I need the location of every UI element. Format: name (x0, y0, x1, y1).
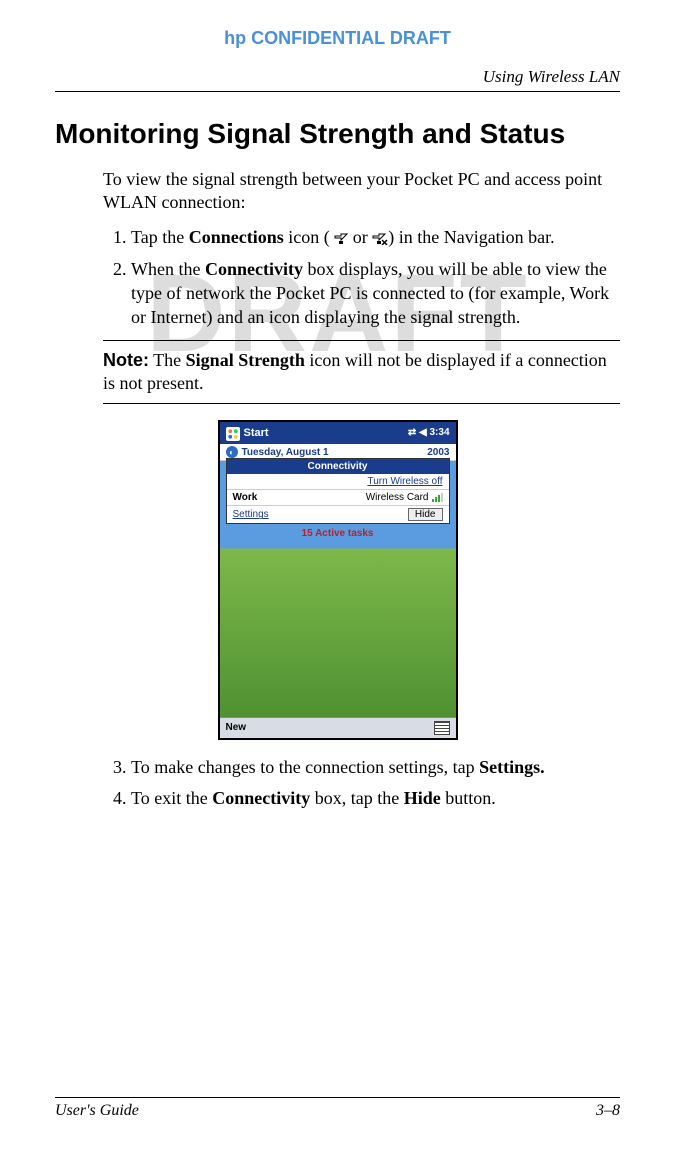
step-bold: Settings. (479, 757, 545, 777)
footer-right: 3–8 (596, 1102, 620, 1120)
step-text: or (348, 227, 372, 247)
note-text: The (149, 350, 186, 370)
signal-icon (334, 227, 348, 251)
hide-button[interactable]: Hide (408, 508, 443, 521)
step-bold: Hide (404, 788, 441, 808)
step-text: box, tap the (310, 788, 403, 808)
step-text: button. (441, 788, 496, 808)
connectivity-popup: Connectivity Turn Wireless off Work Wire… (226, 458, 450, 524)
network-row: Work Wireless Card (227, 490, 449, 506)
note-block: Note: The Signal Strength icon will not … (103, 340, 620, 405)
new-button[interactable]: New (226, 718, 247, 738)
page-footer: User's Guide 3–8 (55, 1097, 620, 1120)
sip-icon[interactable] (434, 721, 450, 735)
step-text: Tap the (131, 227, 189, 247)
note-label: Note: (103, 350, 149, 370)
signal-x-icon (372, 227, 388, 251)
step-bold: Connectivity (212, 788, 310, 808)
step-text: icon ( (284, 227, 334, 247)
pocketpc-screenshot: Start ⇄ ◀ 3:34 ◐ Tuesday, August 1 2003 … (218, 420, 458, 740)
date-circle-icon: ◐ (226, 446, 238, 458)
intro-paragraph: To view the signal strength between your… (103, 168, 620, 215)
card-name: Wireless Card (366, 492, 429, 503)
year-text: 2003 (427, 447, 449, 458)
clock: ⇄ ◀ 3:34 (408, 422, 450, 444)
section-heading: Monitoring Signal Strength and Status (55, 118, 620, 150)
footer-left: User's Guide (55, 1102, 139, 1120)
confidential-header: hp CONFIDENTIAL DRAFT (55, 28, 620, 49)
step-2: When the Connectivity box displays, you … (131, 257, 620, 330)
start-label: Start (244, 427, 269, 439)
signal-bars-icon (432, 493, 443, 502)
step-bold: Connections (189, 227, 284, 247)
titlebar: Start ⇄ ◀ 3:34 (220, 422, 456, 444)
step-1: Tap the Connections icon ( or ) in the N… (131, 225, 620, 251)
date-text: Tuesday, August 1 (242, 447, 329, 458)
step-3: To make changes to the connection settin… (131, 755, 620, 779)
step-text: To exit the (131, 788, 212, 808)
screenshot-container: Start ⇄ ◀ 3:34 ◐ Tuesday, August 1 2003 … (55, 420, 620, 745)
steps-list: Tap the Connections icon ( or ) in the N… (103, 225, 620, 330)
taskbar: New (220, 717, 456, 738)
popup-title: Connectivity (227, 459, 449, 474)
network-name: Work (233, 492, 258, 503)
step-4: To exit the Connectivity box, tap the Hi… (131, 786, 620, 810)
note-bold: Signal Strength (186, 350, 305, 370)
popup-footer: Settings Hide (227, 506, 449, 523)
step-text: To make changes to the connection settin… (131, 757, 479, 777)
steps-list-continued: To make changes to the connection settin… (103, 755, 620, 810)
turn-wireless-off-link[interactable]: Turn Wireless off (227, 474, 449, 490)
step-text: ) in the Navigation bar. (388, 227, 554, 247)
settings-link[interactable]: Settings (233, 509, 269, 520)
windows-flag-icon (226, 427, 240, 441)
active-tasks-row: 15 Active tasks (226, 526, 450, 541)
chapter-title: Using Wireless LAN (55, 67, 620, 92)
step-text: When the (131, 259, 205, 279)
step-bold: Connectivity (205, 259, 303, 279)
